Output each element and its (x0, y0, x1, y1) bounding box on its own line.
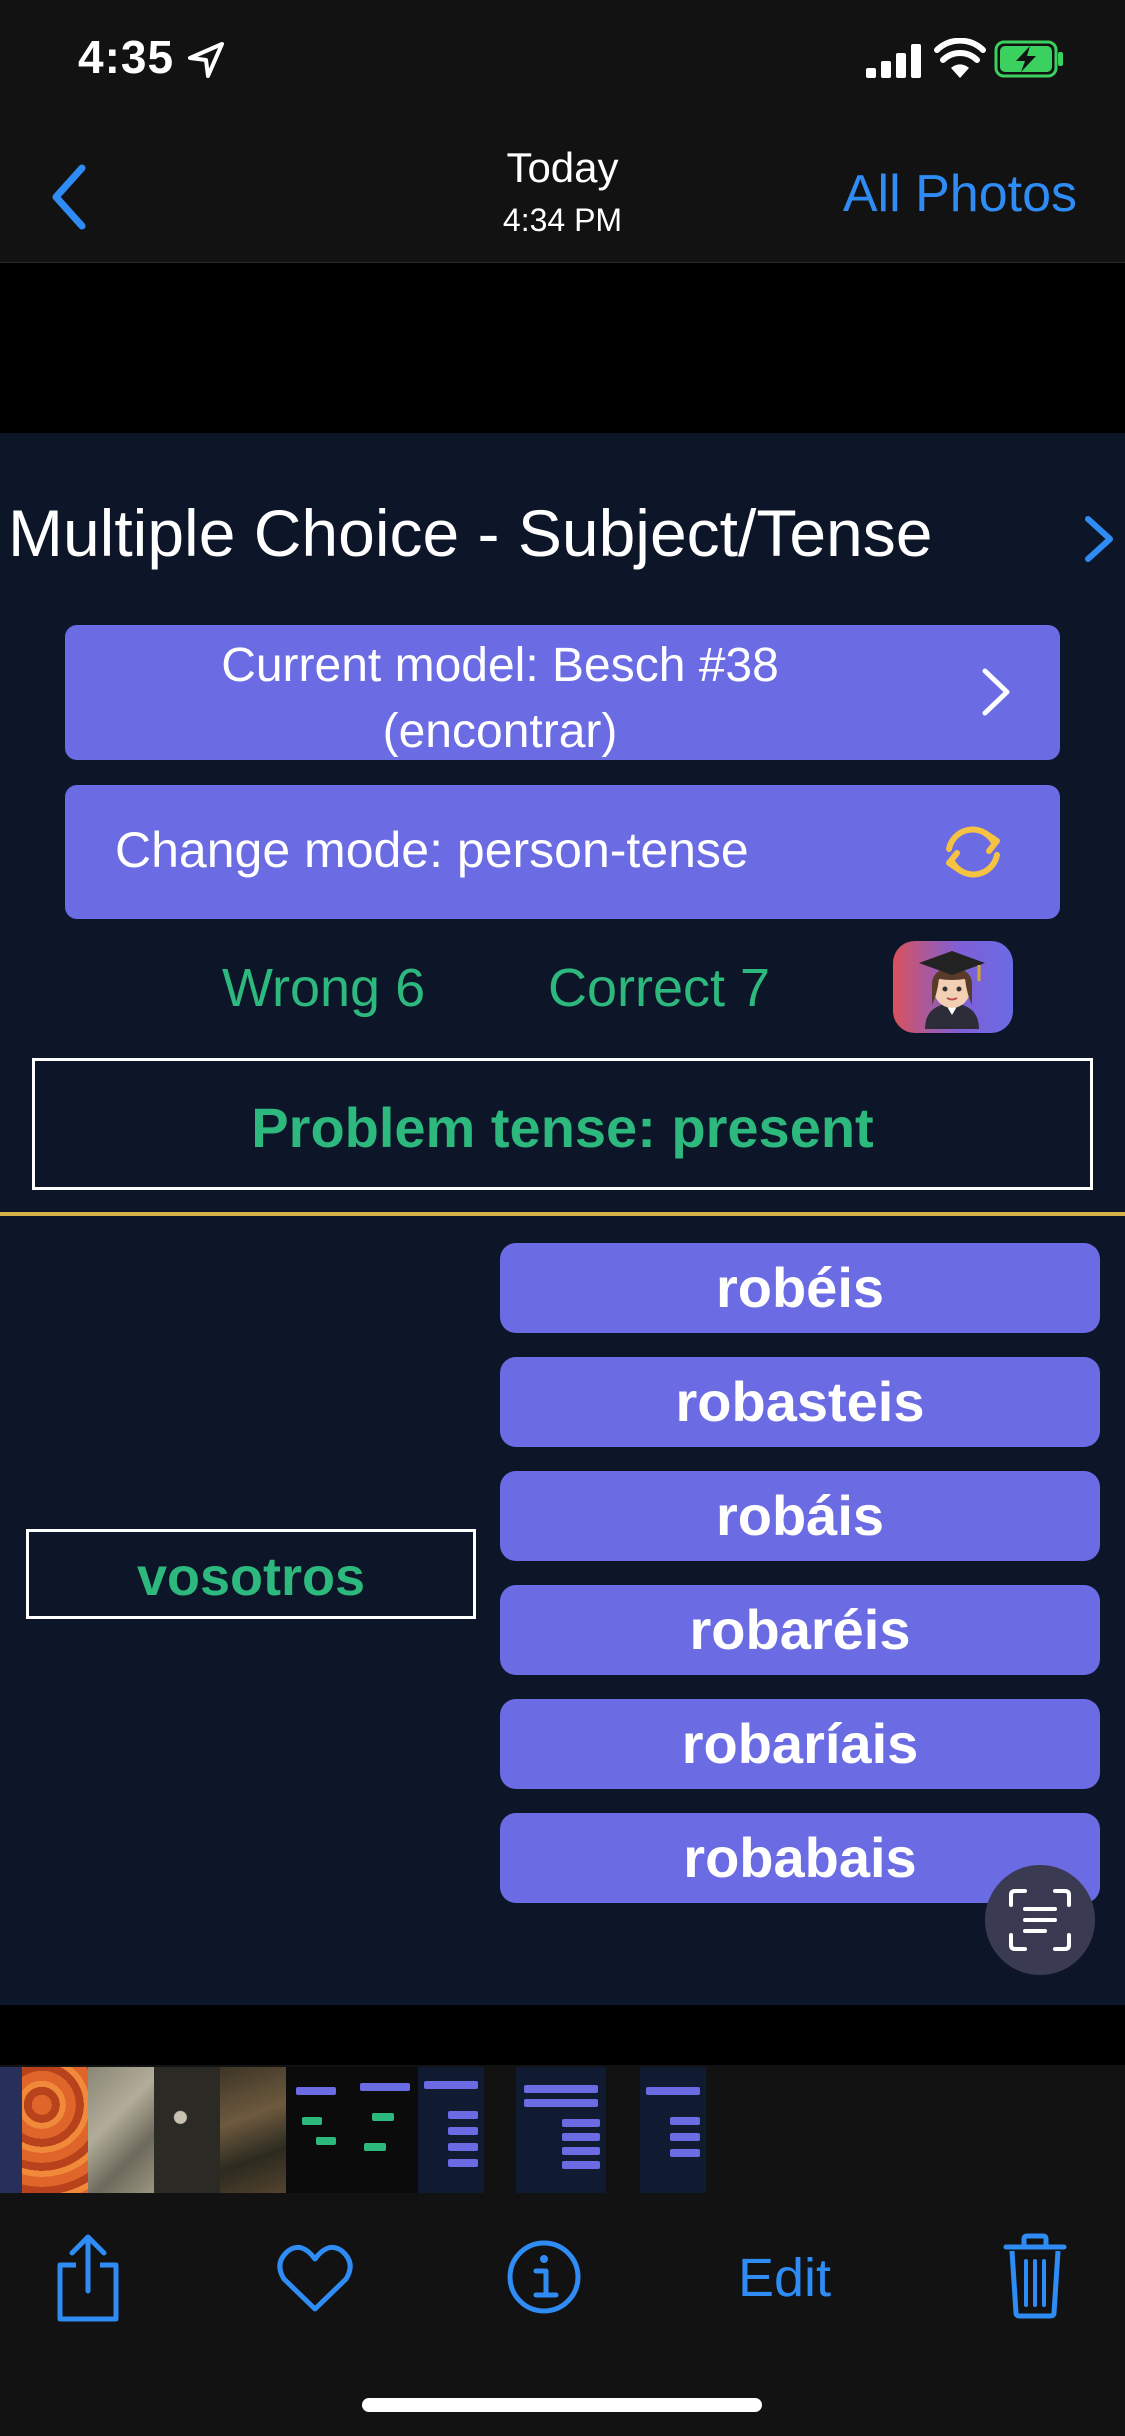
thumbnail-strip[interactable] (0, 2065, 1125, 2195)
current-model-line1: Current model: Besch #38 (221, 639, 779, 692)
live-text-button[interactable] (985, 1865, 1095, 1975)
thumbnail[interactable] (22, 2067, 88, 2193)
thumbnail[interactable] (220, 2067, 286, 2193)
status-bar: 4:35 (0, 0, 1125, 130)
current-model-button: Current model: Besch #38 (encontrar) (65, 625, 1060, 760)
current-model-label: Current model: Besch #38 (encontrar) (85, 633, 915, 765)
answer-option: robasteis (500, 1357, 1100, 1447)
answer-option: robaréis (500, 1585, 1100, 1675)
edit-button[interactable]: Edit (738, 2247, 831, 2309)
change-mode-button: Change mode: person-tense (65, 785, 1060, 919)
nav-bar: Today 4:34 PM All Photos (0, 130, 1125, 263)
status-time: 4:35 (78, 31, 175, 83)
chevron-right-icon (1085, 516, 1113, 562)
current-model-line2: (encontrar) (382, 705, 618, 758)
subject-label: vosotros (136, 1547, 366, 1607)
live-text-icon (1009, 1889, 1071, 1951)
all-photos-button[interactable]: All Photos (843, 164, 1077, 224)
problem-tense-label: Problem tense: present (251, 1096, 874, 1159)
thumbnail[interactable] (352, 2067, 418, 2193)
change-mode-label: Change mode: person-tense (115, 822, 749, 878)
wrong-count: Wrong 6 (222, 958, 426, 1018)
heart-icon[interactable] (276, 2243, 354, 2313)
thumbnail[interactable] (154, 2067, 220, 2193)
thumbnail-current[interactable] (516, 2067, 606, 2193)
answer-option: robaríais (500, 1699, 1100, 1789)
share-icon[interactable] (52, 2233, 124, 2323)
chevron-right-icon (982, 668, 1010, 716)
subject-box: vosotros (26, 1529, 476, 1619)
photo-letterbox-bottom (0, 2005, 1125, 2065)
student-avatar (893, 941, 1013, 1033)
correct-count: Correct 7 (548, 958, 771, 1018)
info-icon[interactable] (506, 2239, 582, 2315)
thumbnail[interactable] (418, 2067, 484, 2193)
app-title: Multiple Choice - Subject/Tense (8, 496, 933, 570)
photo-content: Multiple Choice - Subject/Tense Current … (0, 433, 1125, 2005)
section-divider (0, 1212, 1125, 1216)
thumbnail[interactable] (88, 2067, 154, 2193)
trash-icon[interactable] (1002, 2233, 1068, 2319)
photo-viewer: 4:35 Today 4:34 PM All Photos Multiple C… (0, 0, 1125, 2436)
problem-tense-box: Problem tense: present (32, 1058, 1093, 1190)
thumbnail[interactable] (286, 2067, 352, 2193)
location-arrow-icon (188, 42, 224, 78)
signal-icon (866, 44, 921, 78)
answer-option: robáis (500, 1471, 1100, 1561)
student-avatar-icon (919, 951, 985, 1029)
home-indicator[interactable] (362, 2398, 762, 2412)
wifi-icon (934, 38, 986, 78)
photo-letterbox-top (0, 263, 1125, 433)
battery-charging-icon (994, 40, 1063, 78)
answer-option: robéis (500, 1243, 1100, 1333)
refresh-icon (946, 826, 1000, 878)
thumbnail[interactable] (640, 2067, 706, 2193)
thumbnail[interactable] (0, 2067, 22, 2193)
